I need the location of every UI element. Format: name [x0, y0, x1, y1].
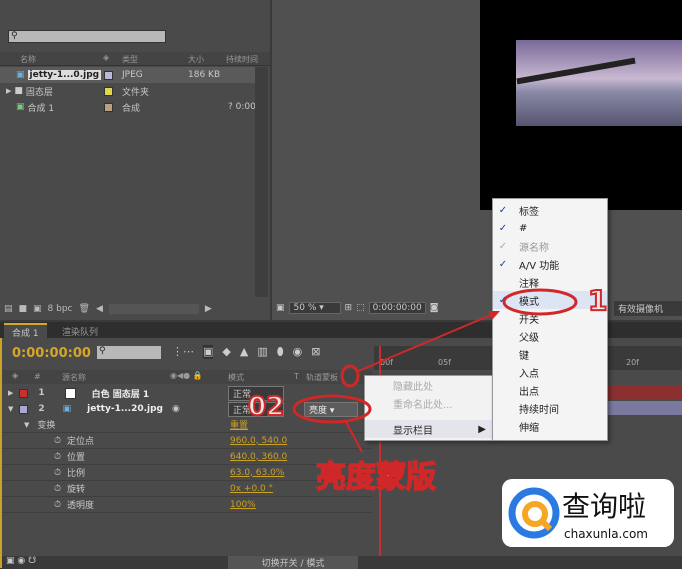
annotation-line	[344, 419, 363, 453]
annotation-step1: 1	[587, 283, 609, 318]
watermark-logo-icon	[508, 487, 560, 539]
annotation-circle-menu	[340, 364, 360, 388]
watermark-domain: chaxunla.com	[564, 527, 648, 541]
annotation-ellipse-mode	[502, 288, 578, 316]
annotation-ellipse-matte	[292, 394, 372, 424]
watermark-brand: 查询啦	[562, 490, 647, 523]
annotation-step2: 02	[247, 391, 285, 423]
annotation-arrow	[355, 311, 499, 373]
watermark: 查询啦 chaxunla.com	[502, 479, 674, 547]
annotation-caption: 亮度蒙版	[315, 459, 437, 496]
